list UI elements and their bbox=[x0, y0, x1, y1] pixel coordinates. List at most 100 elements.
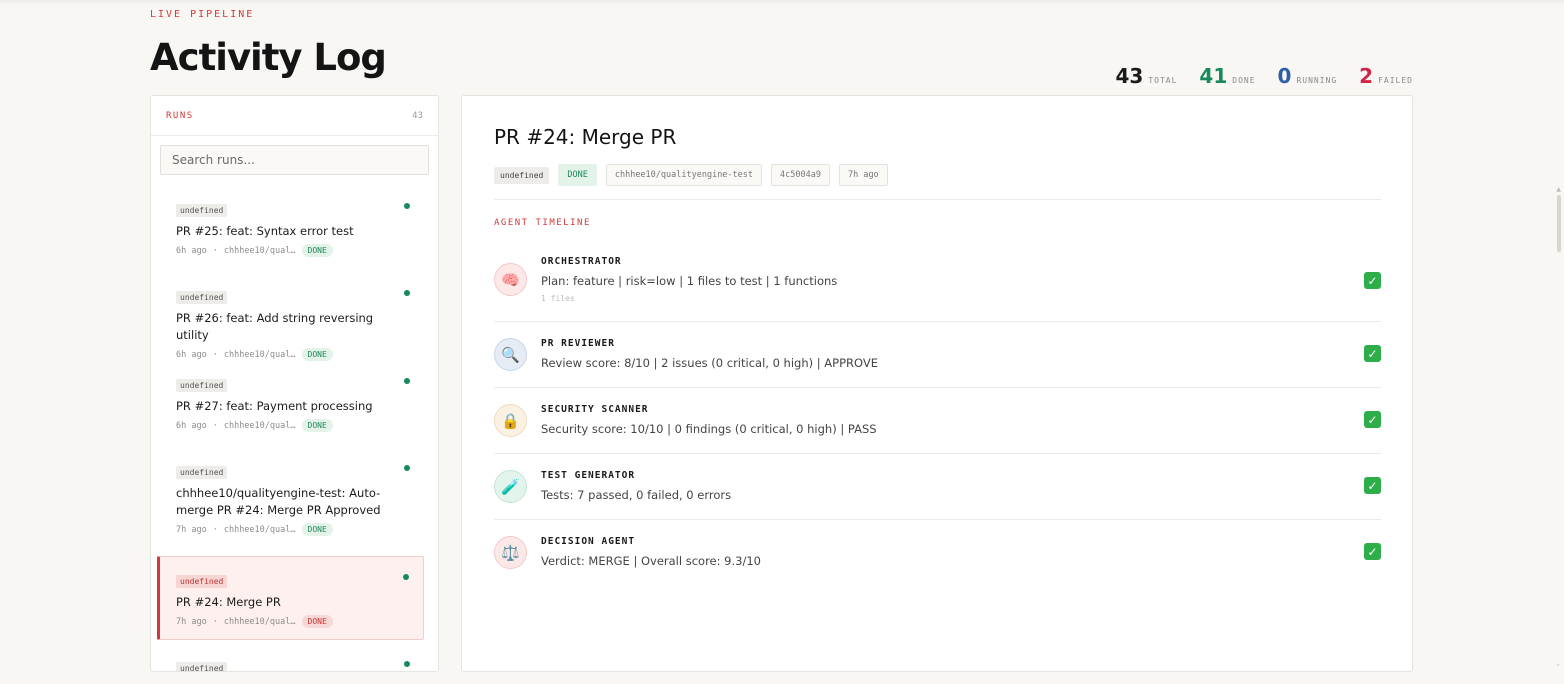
run-tag: undefined bbox=[176, 379, 228, 392]
run-title: PR #26: feat: Add string reversing utili… bbox=[176, 311, 374, 342]
scroll-up-arrow-icon[interactable]: ▲ bbox=[1556, 186, 1561, 193]
stat-failed-value: 2 bbox=[1359, 64, 1374, 88]
run-meta: 7h ago · chhhee10/qual… DONE bbox=[176, 615, 405, 628]
agent-summary: Review score: 8/10 | 2 issues (0 critica… bbox=[541, 356, 878, 370]
run-time: 6h ago bbox=[176, 349, 207, 360]
run-meta: 6h ago · chhhee10/qual… DONE bbox=[176, 244, 406, 257]
run-time: 7h ago bbox=[176, 524, 207, 535]
run-tag: undefined bbox=[176, 662, 228, 671]
run-repo: chhhee10/qual… bbox=[223, 245, 296, 256]
check-icon: ✓ bbox=[1364, 345, 1381, 362]
status-dot bbox=[404, 203, 410, 209]
runs-scrollbar-thumb[interactable] bbox=[1557, 195, 1561, 252]
run-item-pr-27[interactable]: undefined PR #27: feat: Payment processi… bbox=[157, 361, 424, 448]
status-badge: DONE bbox=[301, 244, 333, 257]
run-item-pr-24-selected[interactable]: undefined PR #24: Merge PR 7h ago · chhh… bbox=[157, 556, 424, 640]
stat-done-label: DONE bbox=[1232, 76, 1256, 85]
runs-title: RUNS bbox=[166, 110, 194, 121]
run-meta: 7h ago · chhhee10/qual… DONE bbox=[176, 523, 406, 536]
check-icon: ✓ bbox=[1364, 411, 1381, 428]
detail-chips: undefined DONE chhhee10/qualityengine-te… bbox=[494, 164, 888, 186]
stat-total-value: 43 bbox=[1115, 64, 1144, 88]
run-title: chhhee10/qualityengine-test: Auto-merge … bbox=[176, 486, 381, 517]
run-title: PR #24: Merge PR bbox=[176, 595, 281, 609]
status-dot bbox=[403, 574, 409, 580]
top-shade bbox=[0, 0, 1564, 6]
agent-summary: Tests: 7 passed, 0 failed, 0 errors bbox=[541, 488, 732, 502]
stat-done: 41 DONE bbox=[1199, 64, 1255, 88]
agent-subtext: 1 files bbox=[541, 294, 575, 303]
stats-bar: 43 TOTAL 41 DONE 0 RUNNING 2 FAILED bbox=[1115, 64, 1413, 88]
meta-separator: · bbox=[212, 524, 218, 535]
status-badge: DONE bbox=[301, 348, 333, 361]
run-meta: 6h ago · chhhee10/qual… DONE bbox=[176, 419, 406, 432]
magnifier-icon: 🔍 bbox=[494, 338, 527, 371]
run-tag: undefined bbox=[176, 466, 228, 479]
detail-tag-chip: undefined bbox=[494, 166, 550, 184]
run-title: PR #25: feat: Syntax error test bbox=[176, 224, 354, 238]
lock-icon: 🔒 bbox=[494, 404, 527, 437]
check-icon: ✓ bbox=[1364, 543, 1381, 560]
agent-name: DECISION AGENT bbox=[541, 536, 636, 547]
test-tube-icon: 🧪 bbox=[494, 470, 527, 503]
run-item-pr-25[interactable]: undefined PR #25: feat: Syntax error tes… bbox=[157, 186, 424, 273]
stat-running: 0 RUNNING bbox=[1278, 64, 1338, 88]
meta-separator: · bbox=[212, 245, 218, 256]
run-repo: chhhee10/qual… bbox=[223, 420, 296, 431]
agent-test-generator: 🧪 TEST GENERATOR Tests: 7 passed, 0 fail… bbox=[494, 454, 1381, 520]
run-item-auto-merge[interactable]: undefined chhhee10/qualityengine-test: A… bbox=[157, 448, 424, 552]
check-icon: ✓ bbox=[1364, 272, 1381, 289]
runs-list: undefined PR #25: feat: Syntax error tes… bbox=[151, 186, 438, 671]
run-item-partial[interactable]: undefined bbox=[157, 644, 424, 671]
search-input[interactable] bbox=[160, 145, 429, 175]
run-repo: chhhee10/qual… bbox=[223, 349, 296, 360]
status-dot bbox=[404, 465, 410, 471]
status-badge: DONE bbox=[301, 523, 333, 536]
run-meta: 6h ago · chhhee10/qual… DONE bbox=[176, 348, 406, 361]
agent-name: SECURITY SCANNER bbox=[541, 404, 649, 415]
page-title: Activity Log bbox=[150, 36, 387, 79]
stat-done-value: 41 bbox=[1199, 64, 1228, 88]
detail-sha-chip: 4c5004a9 bbox=[771, 164, 830, 186]
agent-name: ORCHESTRATOR bbox=[541, 256, 622, 267]
detail-time-chip: 7h ago bbox=[838, 164, 888, 186]
check-icon: ✓ bbox=[1364, 477, 1381, 494]
agent-name: PR REVIEWER bbox=[541, 338, 615, 349]
detail-status-chip: DONE bbox=[558, 164, 597, 186]
status-dot bbox=[404, 378, 410, 384]
detail-repo-chip: chhhee10/qualityengine-test bbox=[605, 164, 763, 186]
stat-total-label: TOTAL bbox=[1148, 76, 1178, 85]
status-dot bbox=[404, 661, 410, 667]
status-badge: DONE bbox=[301, 419, 333, 432]
page-kicker: LIVE PIPELINE bbox=[150, 9, 255, 20]
run-time: 7h ago bbox=[176, 616, 207, 627]
timeline-label: AGENT TIMELINE bbox=[494, 218, 591, 228]
brain-icon: 🧠 bbox=[494, 263, 527, 296]
run-time: 6h ago bbox=[176, 420, 207, 431]
run-title: PR #27: feat: Payment processing bbox=[176, 399, 373, 413]
run-repo: chhhee10/qual… bbox=[223, 524, 296, 535]
scroll-down-arrow-icon[interactable]: ⌄ bbox=[1555, 660, 1561, 668]
stat-running-value: 0 bbox=[1277, 64, 1292, 88]
detail-divider bbox=[494, 199, 1381, 200]
meta-separator: · bbox=[212, 616, 218, 627]
run-item-pr-26[interactable]: undefined PR #26: feat: Add string rever… bbox=[157, 273, 424, 361]
status-badge: DONE bbox=[301, 615, 333, 628]
agent-summary: Verdict: MERGE | Overall score: 9.3/10 bbox=[541, 554, 761, 568]
agent-pr-reviewer: 🔍 PR REVIEWER Review score: 8/10 | 2 iss… bbox=[494, 322, 1381, 388]
detail-title: PR #24: Merge PR bbox=[494, 125, 677, 149]
run-time: 6h ago bbox=[176, 245, 207, 256]
meta-separator: · bbox=[212, 349, 218, 360]
agent-decision: ⚖️ DECISION AGENT Verdict: MERGE | Overa… bbox=[494, 520, 1381, 586]
run-tag: undefined bbox=[176, 204, 228, 217]
scales-icon: ⚖️ bbox=[494, 536, 527, 569]
stat-failed-label: FAILED bbox=[1378, 76, 1413, 85]
agent-summary: Plan: feature | risk=low | 1 files to te… bbox=[541, 274, 838, 288]
run-repo: chhhee10/qual… bbox=[223, 616, 296, 627]
runs-header: RUNS 43 bbox=[151, 96, 438, 136]
runs-sidebar: RUNS 43 undefined PR #25: feat: Syntax e… bbox=[150, 95, 439, 672]
run-tag: undefined bbox=[176, 291, 228, 304]
agent-name: TEST GENERATOR bbox=[541, 470, 636, 481]
status-dot bbox=[404, 290, 410, 296]
agent-security-scanner: 🔒 SECURITY SCANNER Security score: 10/10… bbox=[494, 388, 1381, 454]
